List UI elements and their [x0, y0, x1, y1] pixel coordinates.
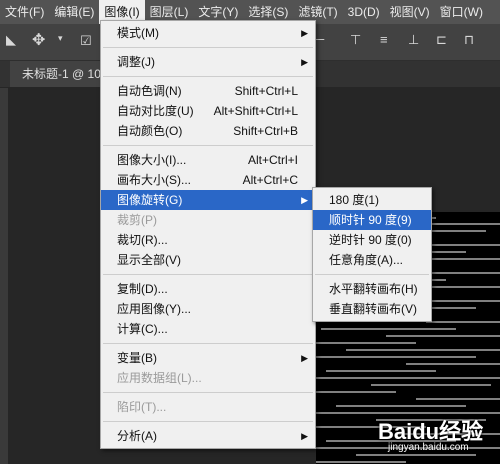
document-tab[interactable]: 未标题-1 @ 10 [10, 61, 110, 87]
watermark-url: jingyan.baidu.com [388, 442, 469, 453]
align-center-icon[interactable]: ⊓ [464, 32, 474, 48]
align-bottom-icon[interactable]: ⊥ [408, 32, 419, 48]
menu-item-duplicate[interactable]: 复制(D)... [101, 279, 315, 299]
tools-panel [0, 88, 8, 464]
tool-preset-icon[interactable]: ◣ [6, 32, 16, 48]
menu-item-reveal-all[interactable]: 显示全部(V) [101, 250, 315, 270]
rotate-90-ccw-item[interactable]: 逆时针 90 度(0) [313, 230, 431, 250]
flip-horizontal-item[interactable]: 水平翻转画布(H) [313, 279, 431, 299]
menu-edit[interactable]: 编辑(E) [49, 0, 99, 24]
menu-item-calculations[interactable]: 计算(C)... [101, 319, 315, 339]
menu-separator [103, 145, 313, 146]
menu-separator [315, 274, 429, 275]
image-rotation-submenu: 180 度(1) 顺时针 90 度(9) 逆时针 90 度(0) 任意角度(A)… [312, 187, 432, 322]
menu-item-trim[interactable]: 裁切(R)... [101, 230, 315, 250]
align-middle-icon[interactable]: ≡ [380, 32, 388, 47]
menu-item-apply-data-set: 应用数据组(L)... [117, 371, 202, 385]
menu-item-variables[interactable]: 变量(B) ▶ [101, 348, 315, 368]
arbitrary-rotation-item[interactable]: 任意角度(A)... [313, 250, 431, 270]
submenu-arrow-icon: ▶ [301, 353, 308, 363]
menu-item-image-rotation[interactable]: 图像旋转(G) ▶ [101, 190, 315, 210]
menu-item-auto-contrast[interactable]: 自动对比度(U) Alt+Shift+Ctrl+L [101, 101, 315, 121]
menu-separator [103, 47, 313, 48]
menu-item-apply-image[interactable]: 应用图像(Y)... [101, 299, 315, 319]
submenu-arrow-icon: ▶ [301, 57, 308, 67]
menu-item-analysis[interactable]: 分析(A) ▶ [101, 426, 315, 446]
menu-view[interactable]: 视图(V) [385, 0, 435, 24]
menu-item-image-size[interactable]: 图像大小(I)... Alt+Ctrl+I [101, 150, 315, 170]
menu-item-mode[interactable]: 模式(M) ▶ [101, 23, 315, 43]
submenu-arrow-icon: ▶ [301, 195, 308, 205]
menu-file[interactable]: 文件(F) [0, 0, 49, 24]
rotate-90-cw-item[interactable]: 顺时针 90 度(9) [313, 210, 431, 230]
move-tool-icon[interactable]: ✥ [32, 30, 45, 50]
menu-separator [103, 392, 313, 393]
menu-separator [103, 274, 313, 275]
align-left-icon[interactable]: ⊏ [436, 32, 447, 48]
submenu-arrow-icon: ▶ [301, 431, 308, 441]
menu-separator [103, 76, 313, 77]
menu-item-canvas-size[interactable]: 画布大小(S)... Alt+Ctrl+C [101, 170, 315, 190]
align-top-icon[interactable]: ⊤ [350, 32, 361, 48]
menu-item-auto-tone[interactable]: 自动色调(N) Shift+Ctrl+L [101, 81, 315, 101]
image-menu: 模式(M) ▶ 调整(J) ▶ 自动色调(N) Shift+Ctrl+L 自动对比度(… [100, 20, 316, 449]
chevron-down-icon[interactable]: ▾ [58, 33, 63, 44]
submenu-arrow-icon: ▶ [301, 28, 308, 38]
flip-vertical-item[interactable]: 垂直翻转画布(V) [313, 299, 431, 319]
rotate-180-item[interactable]: 180 度(1) [313, 190, 431, 210]
menu-separator [103, 421, 313, 422]
menu-window[interactable]: 窗口(W) [435, 0, 488, 24]
menu-item-auto-color[interactable]: 自动颜色(O) Shift+Ctrl+B [101, 121, 315, 141]
menu-3d[interactable]: 3D(D) [343, 0, 385, 24]
menu-separator [103, 343, 313, 344]
menu-item-adjustments[interactable]: 调整(J) ▶ [101, 52, 315, 72]
menu-item-crop: 裁剪(P) [117, 213, 157, 227]
auto-select-checkbox[interactable]: ☑ [80, 33, 92, 49]
menu-item-trap: 陷印(T)... [117, 400, 167, 414]
